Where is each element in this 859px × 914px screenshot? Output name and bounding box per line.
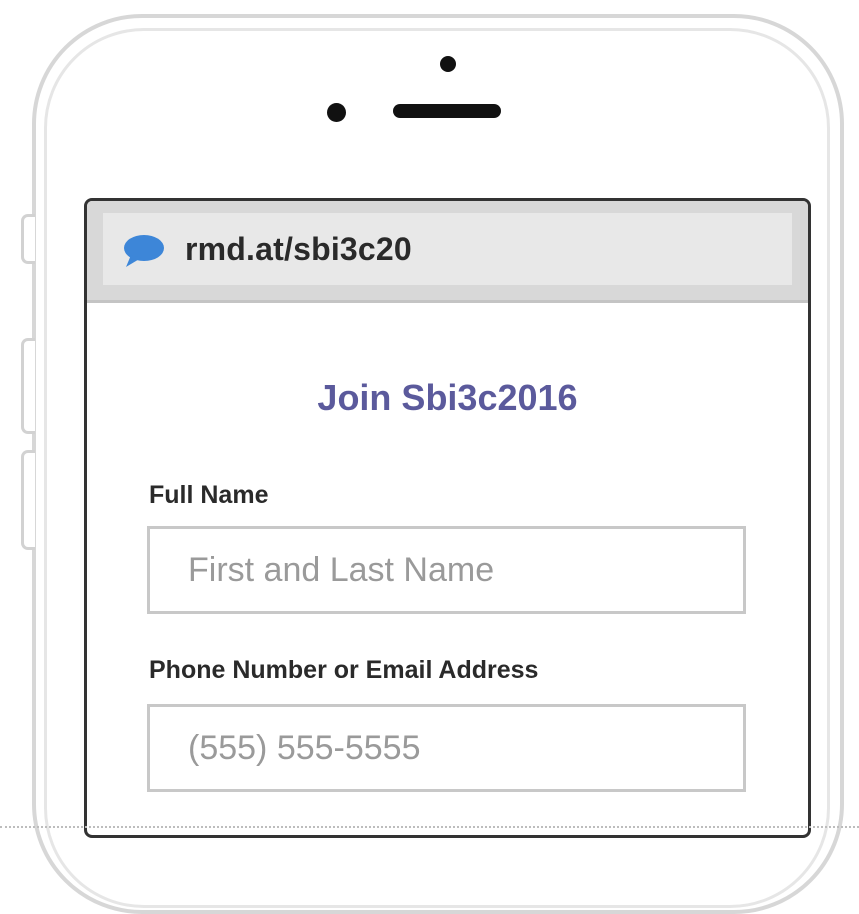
- url-text: rmd.at/sbi3c20: [185, 231, 412, 267]
- contact-field-container: [147, 704, 746, 792]
- bottom-divider: [0, 826, 859, 828]
- full-name-input[interactable]: [150, 529, 743, 611]
- phone-or-email-input[interactable]: [150, 707, 743, 789]
- url-field[interactable]: rmd.at/sbi3c20: [103, 213, 792, 285]
- chat-bubble-icon: [124, 235, 164, 267]
- full-name-label: Full Name: [149, 481, 269, 509]
- address-bar: rmd.at/sbi3c20: [87, 201, 808, 303]
- volume-down-button: [21, 450, 35, 550]
- phone-screen: rmd.at/sbi3c20 Join Sbi3c2016 Full Name …: [84, 198, 811, 838]
- front-camera: [440, 56, 456, 72]
- page-title: Join Sbi3c2016: [317, 377, 578, 418]
- full-name-field-container: [147, 526, 746, 614]
- volume-up-button: [21, 338, 35, 434]
- proximity-sensor: [327, 103, 346, 122]
- contact-label: Phone Number or Email Address: [149, 656, 539, 684]
- earpiece-speaker: [393, 104, 501, 118]
- mute-switch: [21, 214, 35, 264]
